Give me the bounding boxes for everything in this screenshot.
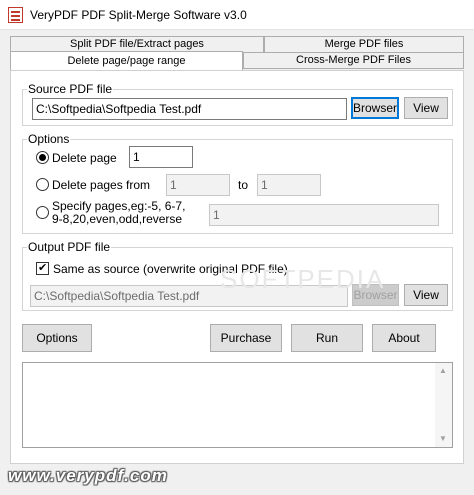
about-button[interactable]: About (372, 324, 436, 352)
log-scrollbar[interactable]: ▲ ▼ (435, 363, 452, 447)
run-button[interactable]: Run (291, 324, 363, 352)
options-button[interactable]: Options (22, 324, 92, 352)
softpedia-watermark: SOFTPEDIA (220, 264, 386, 294)
specify-pages-radio[interactable] (36, 206, 49, 219)
delete-pages-from-radio[interactable] (36, 178, 49, 191)
purchase-button[interactable]: Purchase (210, 324, 282, 352)
output-group-label: Output PDF file (27, 240, 112, 254)
scroll-up-arrow-icon[interactable]: ▲ (439, 367, 447, 375)
tab-strip: Split PDF file/Extract pages Merge PDF f… (10, 36, 464, 71)
delete-page-label: Delete page (52, 151, 117, 165)
output-view-button[interactable]: View (404, 284, 448, 306)
source-view-button[interactable]: View (404, 97, 448, 119)
tab-merge[interactable]: Merge PDF files (264, 36, 464, 53)
source-browser-button[interactable]: Browser (351, 97, 399, 119)
specify-pages-label-line2: 9-8,20,even,odd,reverse (52, 212, 183, 226)
footer-url: www.verypdf.com (8, 466, 168, 485)
specify-pages-input[interactable]: 1 (209, 204, 439, 226)
delete-page-input[interactable]: 1 (129, 146, 193, 168)
options-group-label: Options (27, 132, 71, 146)
tab-delete-page[interactable]: Delete page/page range (10, 51, 243, 70)
specify-pages-label-line1: Specify pages,eg:-5, 6-7, (52, 199, 186, 213)
source-path-input[interactable]: C:\Softpedia\Softpedia Test.pdf (32, 98, 347, 120)
same-as-source-checkbox[interactable]: ✔ (36, 262, 49, 275)
checkmark-icon: ✔ (38, 262, 48, 274)
to-label: to (238, 178, 249, 192)
title-bar: VeryPDF PDF Split-Merge Software v3.0 (0, 0, 474, 30)
source-group-label: Source PDF file (27, 82, 114, 96)
delete-page-radio[interactable] (36, 151, 49, 164)
pdf-app-icon (8, 7, 23, 23)
window-title: VeryPDF PDF Split-Merge Software v3.0 (30, 8, 247, 22)
scroll-down-arrow-icon[interactable]: ▼ (439, 435, 447, 443)
log-output-box[interactable]: ▲ ▼ (22, 362, 453, 448)
to-page-input[interactable]: 1 (257, 174, 321, 196)
delete-pages-from-label: Delete pages from (52, 178, 151, 192)
from-page-input[interactable]: 1 (166, 174, 230, 196)
tab-cross-merge[interactable]: Cross-Merge PDF Files (243, 52, 464, 69)
